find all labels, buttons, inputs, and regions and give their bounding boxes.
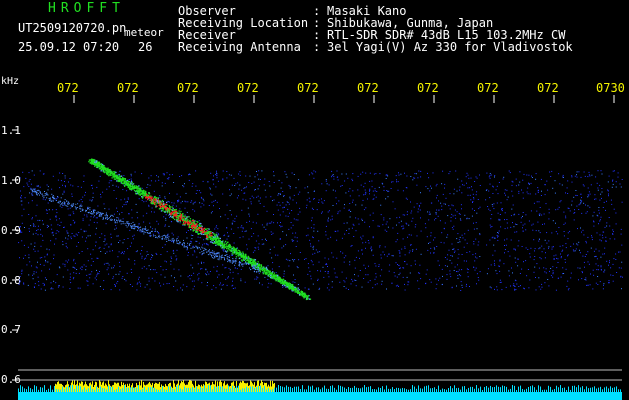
- hrofft-window: HROFFT Observer : Masaki Kano Receiving …: [0, 0, 629, 400]
- spectrogram-plot: [12, 95, 623, 400]
- baseline-strip: [18, 392, 622, 400]
- meteor-trail: [29, 158, 312, 301]
- noise-band: [18, 170, 623, 291]
